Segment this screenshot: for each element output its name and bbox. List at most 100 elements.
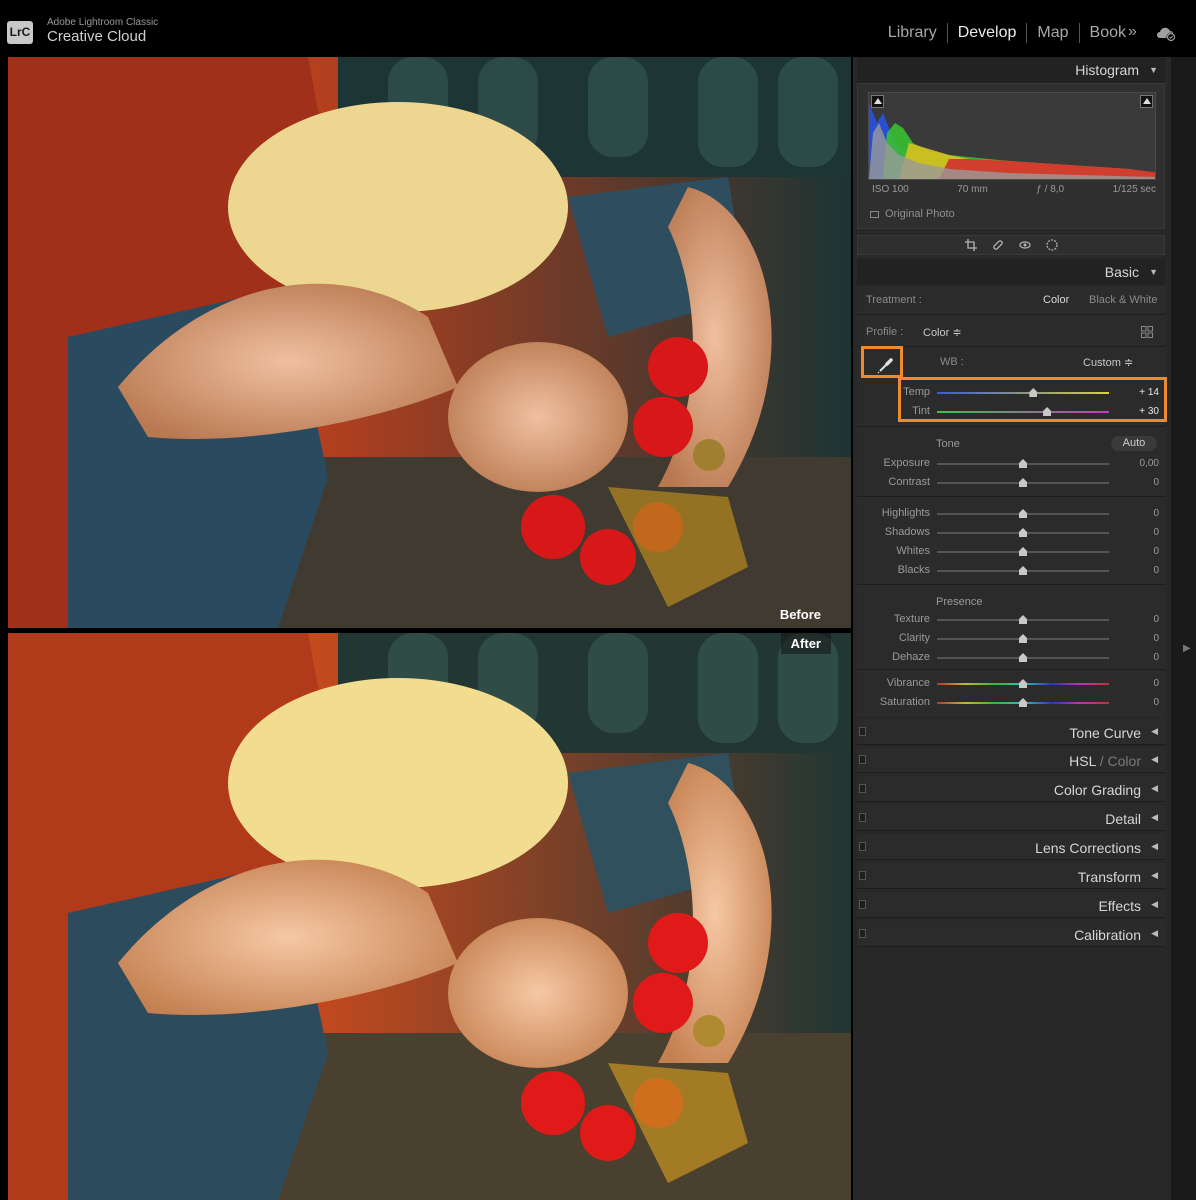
- blacks-slider-thumb[interactable]: [1019, 566, 1027, 575]
- after-label: After: [780, 633, 831, 654]
- whites-label: Whites: [896, 545, 930, 557]
- texture-slider[interactable]: [937, 615, 1109, 624]
- saturation-slider-thumb[interactable]: [1019, 698, 1027, 707]
- expand-triangle-icon[interactable]: ◀: [1151, 754, 1158, 765]
- mask-icon[interactable]: [1045, 239, 1058, 251]
- contrast-value[interactable]: 0: [1119, 477, 1159, 488]
- module-map[interactable]: Map: [1027, 23, 1080, 43]
- profile-browser-icon[interactable]: [1141, 326, 1153, 338]
- temp-slider[interactable]: [937, 388, 1109, 397]
- contrast-slider-thumb[interactable]: [1019, 478, 1027, 487]
- blacks-value[interactable]: 0: [1119, 565, 1159, 576]
- wb-dropdown[interactable]: Custom ≑: [1083, 356, 1133, 369]
- expand-triangle-icon[interactable]: ◀: [1151, 928, 1158, 939]
- contrast-slider[interactable]: [937, 478, 1109, 487]
- blacks-slider[interactable]: [937, 566, 1109, 575]
- shadows-slider[interactable]: [937, 528, 1109, 537]
- hsl-tab[interactable]: HSL: [1069, 753, 1096, 769]
- transform-section[interactable]: Transform ◀: [857, 863, 1165, 889]
- shadow-clipping-icon[interactable]: [871, 95, 884, 108]
- spot-heal-icon[interactable]: [992, 239, 1004, 251]
- shadows-value[interactable]: 0: [1119, 527, 1159, 538]
- lens-corrections-title: Lens Corrections: [1035, 840, 1141, 856]
- clarity-value[interactable]: 0: [1119, 633, 1159, 644]
- expand-triangle-icon[interactable]: ◀: [1151, 783, 1158, 794]
- clarity-slider-thumb[interactable]: [1019, 634, 1027, 643]
- expand-triangle-icon[interactable]: ◀: [1151, 841, 1158, 852]
- section-toggle-icon[interactable]: [859, 871, 866, 880]
- color-tab[interactable]: Color: [1108, 753, 1141, 769]
- crop-icon[interactable]: [964, 239, 977, 251]
- module-library[interactable]: Library: [878, 23, 948, 43]
- section-toggle-icon[interactable]: [859, 727, 866, 736]
- expand-triangle-icon[interactable]: ◀: [1151, 899, 1158, 910]
- tint-slider[interactable]: [937, 407, 1109, 416]
- collapse-triangle-icon[interactable]: ▼: [1149, 259, 1158, 285]
- brand-subtitle: Adobe Lightroom Classic: [47, 17, 159, 28]
- transform-title: Transform: [1077, 869, 1141, 885]
- exposure-slider[interactable]: [937, 459, 1109, 468]
- saturation-label: Saturation: [879, 696, 930, 708]
- saturation-value[interactable]: 0: [1119, 697, 1159, 708]
- vibrance-slider[interactable]: [937, 679, 1109, 688]
- collapse-panel-icon[interactable]: ▶: [1183, 643, 1191, 654]
- histogram-header[interactable]: Histogram ▼: [857, 57, 1165, 83]
- section-toggle-icon[interactable]: [859, 813, 866, 822]
- calibration-section[interactable]: Calibration ◀: [857, 921, 1165, 947]
- module-develop[interactable]: Develop: [948, 23, 1028, 43]
- auto-tone-button[interactable]: Auto: [1111, 436, 1157, 451]
- vibrance-slider-thumb[interactable]: [1019, 679, 1027, 688]
- clarity-slider[interactable]: [937, 634, 1109, 643]
- after-photo[interactable]: After: [8, 633, 851, 1200]
- vibrance-value[interactable]: 0: [1119, 678, 1159, 689]
- section-toggle-icon[interactable]: [859, 784, 866, 793]
- highlights-slider-thumb[interactable]: [1019, 509, 1027, 518]
- highlight-clipping-icon[interactable]: [1140, 95, 1153, 108]
- panel-scrollbar[interactable]: [1171, 57, 1196, 1200]
- eyedropper-icon[interactable]: [869, 352, 901, 378]
- texture-slider-thumb[interactable]: [1019, 615, 1027, 624]
- highlights-slider[interactable]: [937, 509, 1109, 518]
- more-modules-icon[interactable]: »: [1128, 23, 1137, 41]
- basic-header[interactable]: Basic ▼: [857, 259, 1165, 285]
- effects-section[interactable]: Effects ◀: [857, 892, 1165, 918]
- tone-curve-section[interactable]: Tone Curve ◀: [857, 719, 1165, 745]
- expand-triangle-icon[interactable]: ◀: [1151, 870, 1158, 881]
- saturation-slider[interactable]: [937, 698, 1109, 707]
- whites-slider[interactable]: [937, 547, 1109, 556]
- tint-value[interactable]: + 30: [1119, 406, 1159, 417]
- red-eye-icon[interactable]: [1018, 239, 1031, 251]
- detail-section[interactable]: Detail ◀: [857, 805, 1165, 831]
- treatment-color-option[interactable]: Color: [1043, 294, 1069, 306]
- profile-dropdown[interactable]: Color ≑: [923, 326, 962, 339]
- cloud-sync-icon[interactable]: [1155, 24, 1177, 42]
- before-photo[interactable]: Before: [8, 57, 851, 628]
- color-grading-section[interactable]: Color Grading ◀: [857, 776, 1165, 802]
- lens-corrections-section[interactable]: Lens Corrections ◀: [857, 834, 1165, 860]
- highlights-value[interactable]: 0: [1119, 508, 1159, 519]
- expand-triangle-icon[interactable]: ◀: [1151, 812, 1158, 823]
- whites-value[interactable]: 0: [1119, 546, 1159, 557]
- treatment-bw-option[interactable]: Black & White: [1089, 294, 1157, 306]
- histogram-graph[interactable]: [868, 92, 1156, 180]
- section-toggle-icon[interactable]: [859, 929, 866, 938]
- section-toggle-icon[interactable]: [859, 842, 866, 851]
- texture-value[interactable]: 0: [1119, 614, 1159, 625]
- dehaze-slider-thumb[interactable]: [1019, 653, 1027, 662]
- whites-slider-thumb[interactable]: [1019, 547, 1027, 556]
- section-toggle-icon[interactable]: [859, 755, 866, 764]
- collapse-triangle-icon[interactable]: ▼: [1149, 57, 1158, 83]
- original-photo-toggle[interactable]: Original Photo: [870, 208, 955, 220]
- checkbox-icon[interactable]: [870, 211, 879, 218]
- photo-area[interactable]: Before After: [8, 57, 851, 1200]
- section-toggle-icon[interactable]: [859, 900, 866, 909]
- shadows-slider-thumb[interactable]: [1019, 528, 1027, 537]
- temp-value[interactable]: + 14: [1119, 387, 1159, 398]
- expand-triangle-icon[interactable]: ◀: [1151, 726, 1158, 737]
- exposure-slider-thumb[interactable]: [1019, 459, 1027, 468]
- dehaze-slider[interactable]: [937, 653, 1109, 662]
- portrait-photo-before: [8, 57, 851, 628]
- dehaze-value[interactable]: 0: [1119, 652, 1159, 663]
- exposure-value[interactable]: 0,00: [1119, 458, 1159, 469]
- hsl-section[interactable]: HSL / Color ◀: [857, 747, 1165, 773]
